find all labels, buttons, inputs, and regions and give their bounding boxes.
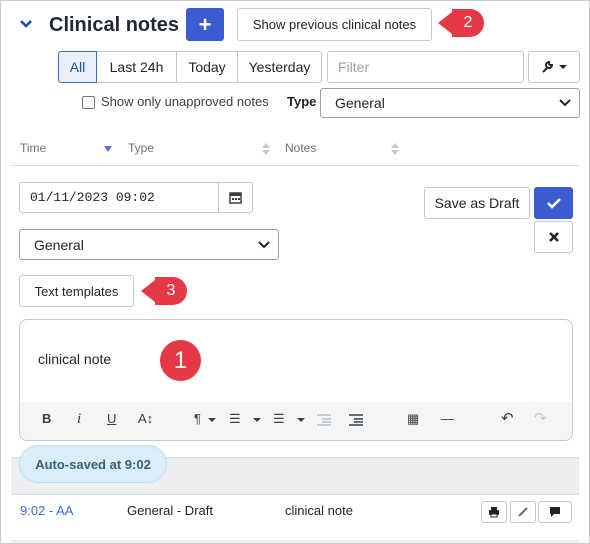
callout-badge-2: 2 [438, 9, 484, 37]
row-type: General - Draft [127, 503, 213, 518]
row-time-link[interactable]: 9:02 - AA [20, 503, 73, 518]
indent-icon[interactable] [349, 414, 363, 426]
comment-icon [550, 507, 560, 517]
datetime-input[interactable]: 01/11/2023 09:02 [19, 182, 219, 213]
callout-badge-3: 3 [141, 277, 187, 305]
filter-today-tab[interactable]: Today [176, 51, 238, 83]
close-icon [548, 232, 559, 242]
cancel-button[interactable] [534, 221, 573, 253]
show-previous-notes-button[interactable]: Show previous clinical notes [237, 8, 432, 41]
type-filter-value: General [335, 95, 385, 111]
paragraph-icon[interactable]: ¶ [194, 411, 201, 426]
underline-icon[interactable]: U [107, 411, 116, 426]
callout-badge-1: 1 [160, 340, 201, 381]
font-size-icon[interactable]: A↕ [138, 411, 153, 426]
chevron-down-icon [559, 65, 567, 69]
save-as-draft-button[interactable]: Save as Draft [424, 187, 530, 219]
calendar-button[interactable] [218, 182, 253, 213]
printer-icon [489, 507, 499, 518]
ordered-list-icon[interactable]: ☰ [229, 411, 241, 427]
sort-icon[interactable] [391, 142, 399, 156]
filter-input[interactable]: Filter [327, 51, 524, 83]
confirm-button[interactable] [534, 187, 573, 219]
undo-icon[interactable]: ↶ [501, 409, 514, 427]
sort-desc-icon[interactable] [104, 146, 112, 160]
horizontal-rule-icon[interactable]: — [441, 411, 454, 426]
sort-icon[interactable] [262, 142, 270, 156]
filter-yesterday-tab[interactable]: Yesterday [237, 51, 322, 83]
note-type-value: General [34, 236, 84, 253]
clinical-notes-panel: Clinical notes + Show previous clinical … [0, 0, 590, 544]
row-notes: clinical note [285, 503, 353, 518]
column-header-time[interactable]: Time [20, 141, 46, 155]
note-text[interactable]: clinical note [38, 351, 111, 367]
chevron-down-icon[interactable] [253, 418, 261, 423]
bullet-list-icon[interactable]: ☰ [273, 411, 285, 427]
text-templates-button[interactable]: Text templates [19, 275, 134, 307]
settings-dropdown-button[interactable] [528, 51, 580, 83]
unapproved-label: Show only unapproved notes [101, 94, 269, 109]
bold-icon[interactable]: B [42, 411, 51, 426]
wrench-icon [542, 60, 554, 73]
type-filter-select[interactable]: General [320, 88, 580, 118]
redo-icon[interactable]: ↷ [534, 409, 547, 427]
edit-button[interactable] [510, 501, 536, 523]
note-type-select[interactable]: General [19, 229, 279, 260]
pencil-icon [518, 507, 528, 517]
checkmark-icon [546, 198, 561, 209]
type-filter-label: Type [287, 94, 317, 109]
column-header-type[interactable]: Type [128, 141, 154, 155]
filter-last24h-tab[interactable]: Last 24h [96, 51, 177, 83]
unapproved-checkbox[interactable] [82, 96, 95, 109]
italic-icon[interactable]: i [77, 411, 81, 428]
header-divider [11, 165, 579, 166]
panel-title: Clinical notes [49, 14, 180, 36]
comment-button[interactable] [538, 501, 572, 523]
filter-all-tab[interactable]: All [58, 51, 97, 83]
add-note-button[interactable]: + [186, 8, 224, 41]
note-editor[interactable] [19, 319, 573, 441]
chevron-down-icon[interactable] [208, 418, 216, 423]
outdent-icon[interactable] [317, 414, 331, 426]
row-divider [11, 540, 579, 543]
chevron-down-icon [258, 240, 270, 248]
autosave-indicator: Auto-saved at 9:02 [19, 445, 167, 483]
calendar-icon [229, 192, 242, 204]
print-button[interactable] [481, 501, 507, 523]
table-icon[interactable]: ▦ [407, 411, 419, 427]
chevron-down-icon [559, 99, 571, 107]
column-header-notes[interactable]: Notes [285, 141, 316, 155]
chevron-down-icon[interactable] [297, 418, 305, 423]
collapse-chevron-icon[interactable] [19, 19, 33, 29]
